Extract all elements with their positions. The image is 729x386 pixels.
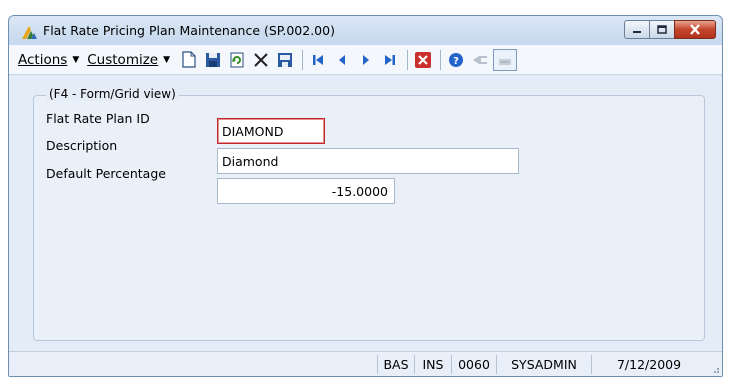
help-icon: ? [449,52,464,67]
save-button[interactable] [202,49,224,71]
new-icon [182,51,196,68]
new-button[interactable] [178,49,200,71]
chevron-down-icon: ▼ [163,54,171,65]
window-title: Flat Rate Pricing Plan Maintenance (SP.0… [43,23,335,38]
plan-id-label: Flat Rate Plan ID [46,111,150,126]
first-record-button[interactable] [307,49,329,71]
maximize-button[interactable] [649,20,675,39]
close-form-button[interactable] [412,49,434,71]
form-groupbox [33,95,705,341]
minimize-icon [633,30,641,33]
save-all-button[interactable] [274,49,296,71]
title-bar[interactable]: Flat Rate Pricing Plan Maintenance (SP.0… [9,16,722,45]
group-label: (F4 - Form/Grid view) [46,87,179,101]
close-form-icon [415,51,432,68]
actions-menu[interactable]: Actions ▼ [18,49,79,71]
description-field[interactable]: Diamond [217,148,519,174]
grid-view-button[interactable] [493,48,518,71]
previous-record-icon [339,54,346,65]
minimize-button[interactable] [624,20,650,39]
refresh-button[interactable] [226,49,248,71]
last-record-icon [385,54,396,65]
toolbar-separator [440,49,442,70]
close-icon [690,24,700,35]
customize-menu-label: Customize [87,51,159,68]
last-record-button[interactable] [379,49,401,71]
status-user: SYSADMIN [496,355,591,374]
previous-record-button[interactable] [331,49,353,71]
refresh-icon [230,52,244,67]
plan-id-field[interactable]: DIAMOND [217,118,325,144]
toolbar: Actions ▼ Customize ▼ ? [9,45,722,75]
app-logo-icon [22,26,37,39]
next-record-icon [363,54,370,65]
status-date: 7/12/2009 [591,355,706,374]
customize-button[interactable] [469,49,491,71]
status-bar: BAS INS 0060 SYSADMIN 7/12/2009 [9,351,722,376]
grid-view-icon [499,58,512,65]
delete-button[interactable] [250,49,272,71]
application-window: Flat Rate Pricing Plan Maintenance (SP.0… [8,15,723,377]
form-area: (F4 - Form/Grid view) Flat Rate Plan ID … [9,76,722,351]
delete-icon [254,52,268,67]
status-company: 0060 [451,355,496,374]
first-record-icon [313,54,324,65]
default-percentage-field[interactable]: -15.0000 [217,178,395,204]
help-button[interactable]: ? [445,49,467,71]
next-record-button[interactable] [355,49,377,71]
toolbar-separator [407,49,409,70]
save-icon [206,52,221,67]
status-mode: BAS [377,355,414,374]
toolbar-separator [302,49,304,70]
actions-menu-label: Actions [18,51,68,68]
close-window-button[interactable] [674,20,716,39]
description-label: Description [46,138,118,153]
customize-menu[interactable]: Customize ▼ [87,49,170,71]
maximize-icon [657,25,667,34]
status-insert: INS [414,355,451,374]
svg-text:?: ? [453,56,459,67]
customize-icon [473,55,488,64]
save-all-icon [278,52,293,67]
chevron-down-icon: ▼ [72,54,80,65]
window-controls [624,20,716,40]
resize-grip-icon[interactable] [710,364,720,374]
default-percentage-label: Default Percentage [46,166,166,181]
